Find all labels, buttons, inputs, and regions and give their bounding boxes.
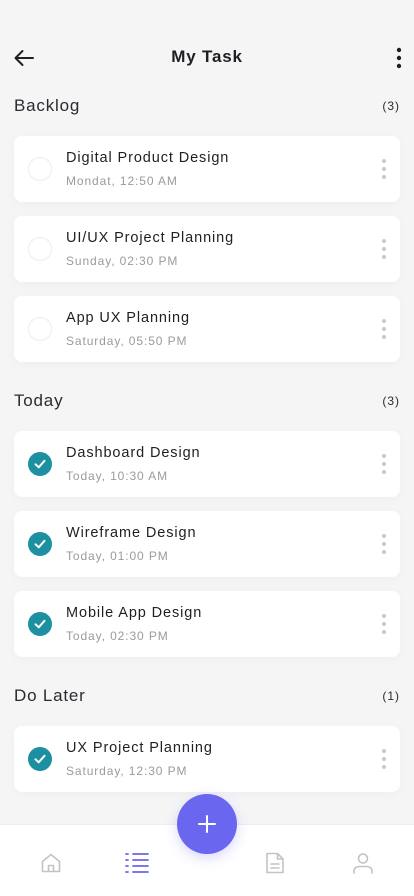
task-card[interactable]: UI/UX Project Planning Sunday, 02:30 PM <box>14 216 400 282</box>
task-time: Sunday, 02:30 PM <box>66 254 179 268</box>
section-header-today: Today (3) <box>14 390 400 412</box>
page-title: My Task <box>171 47 243 66</box>
task-checkbox[interactable] <box>28 157 52 181</box>
checkmark-icon <box>34 619 46 629</box>
task-title: Wireframe Design <box>66 525 197 541</box>
section-title: Do Later <box>14 686 86 705</box>
section-header-do-later: Do Later (1) <box>14 685 400 707</box>
task-card[interactable]: Wireframe Design Today, 01:00 PM <box>14 511 400 577</box>
list-icon <box>125 853 149 873</box>
task-checkbox[interactable] <box>28 317 52 341</box>
task-time: Today, 01:00 PM <box>66 549 169 563</box>
home-icon <box>41 853 61 873</box>
task-more-icon[interactable] <box>380 749 388 769</box>
tab-profile[interactable] <box>349 849 377 877</box>
section-count: (3) <box>382 394 400 408</box>
user-icon <box>353 853 373 874</box>
checkmark-icon <box>34 754 46 764</box>
task-time: Today, 10:30 AM <box>66 469 168 483</box>
task-checkbox[interactable] <box>28 747 52 771</box>
task-card[interactable]: Mobile App Design Today, 02:30 PM <box>14 591 400 657</box>
more-options-button[interactable] <box>392 44 406 72</box>
task-time: Saturday, 12:30 PM <box>66 764 188 778</box>
task-more-icon[interactable] <box>380 239 388 259</box>
tab-documents[interactable] <box>261 849 289 877</box>
task-more-icon[interactable] <box>380 614 388 634</box>
task-card[interactable]: Dashboard Design Today, 10:30 AM <box>14 431 400 497</box>
task-title: Mobile App Design <box>66 605 203 621</box>
task-title: Digital Product Design <box>66 150 230 166</box>
section-header-backlog: Backlog (3) <box>14 95 400 117</box>
task-time: Mondat, 12:50 AM <box>66 174 178 188</box>
checkmark-icon <box>34 539 46 549</box>
tab-tasks[interactable] <box>123 849 151 877</box>
task-more-icon[interactable] <box>380 534 388 554</box>
task-checkbox[interactable] <box>28 612 52 636</box>
section-title: Backlog <box>14 96 81 115</box>
plus-icon <box>198 815 216 833</box>
task-card[interactable]: UX Project Planning Saturday, 12:30 PM <box>14 726 400 792</box>
task-checkbox[interactable] <box>28 532 52 556</box>
task-time: Today, 02:30 PM <box>66 629 169 643</box>
task-more-icon[interactable] <box>380 454 388 474</box>
task-more-icon[interactable] <box>380 159 388 179</box>
task-checkbox[interactable] <box>28 237 52 261</box>
app-header: My Task <box>0 0 414 96</box>
kebab-vertical-icon <box>396 47 402 69</box>
section-title: Today <box>14 391 64 410</box>
task-checkbox[interactable] <box>28 452 52 476</box>
checkmark-icon <box>34 459 46 469</box>
add-task-button[interactable] <box>177 794 237 854</box>
task-time: Saturday, 05:50 PM <box>66 334 188 348</box>
section-count: (3) <box>382 99 400 113</box>
task-title: Dashboard Design <box>66 445 201 461</box>
task-card[interactable]: App UX Planning Saturday, 05:50 PM <box>14 296 400 362</box>
section-count: (1) <box>382 689 400 703</box>
task-card[interactable]: Digital Product Design Mondat, 12:50 AM <box>14 136 400 202</box>
task-more-icon[interactable] <box>380 319 388 339</box>
tab-home[interactable] <box>37 849 65 877</box>
task-title: UX Project Planning <box>66 740 213 756</box>
document-icon <box>266 852 284 874</box>
task-title: UI/UX Project Planning <box>66 230 235 246</box>
task-title: App UX Planning <box>66 310 190 326</box>
